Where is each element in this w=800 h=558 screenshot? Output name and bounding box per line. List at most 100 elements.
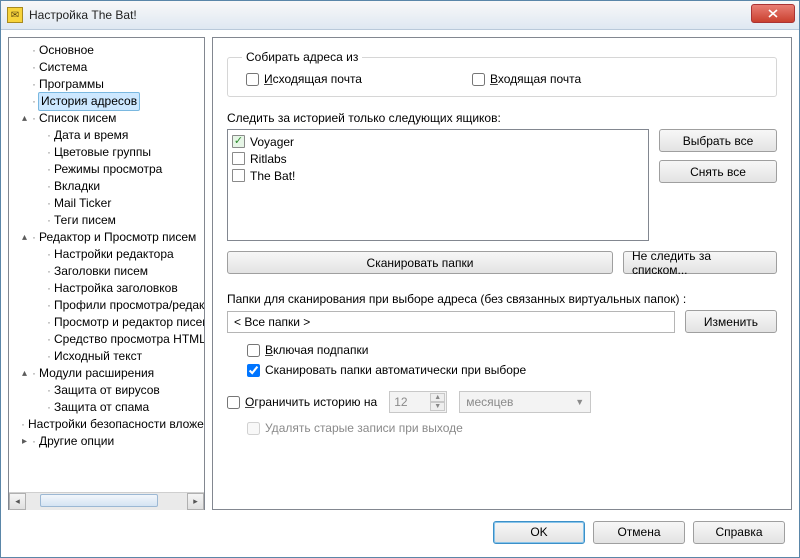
mailbox-checkbox[interactable]	[232, 135, 245, 148]
tree-item[interactable]: ·Mail Ticker	[13, 195, 202, 212]
scan-options: Включая подпапки Сканировать папки автом…	[247, 343, 777, 377]
tree-item-label: Список писем	[38, 110, 117, 127]
autoscan-label: Сканировать папки автоматически при выбо…	[265, 363, 526, 377]
autoscan-input[interactable]	[247, 364, 260, 377]
app-icon: ✉	[7, 7, 23, 23]
tree-item[interactable]: ·Вкладки	[13, 178, 202, 195]
autoscan-checkbox[interactable]: Сканировать папки автоматически при выбо…	[247, 363, 777, 377]
incoming-checkbox-input[interactable]	[472, 73, 485, 86]
tree-item-label: История адресов	[38, 92, 140, 111]
tree-item[interactable]: ·Настройка заголовков	[13, 280, 202, 297]
tree-item-label: Система	[38, 59, 88, 76]
spinner-up[interactable]: ▲	[430, 393, 445, 402]
folders-value[interactable]: < Все папки >	[227, 311, 675, 333]
tree-item[interactable]: ·Заголовки писем	[13, 263, 202, 280]
mailbox-list[interactable]: Voyager RitlabsThe Bat!	[227, 129, 649, 241]
mailbox-name: Voyager	[250, 135, 294, 149]
collect-legend: Собирать адреса из	[242, 50, 362, 64]
scroll-left-arrow[interactable]: ◂	[9, 493, 26, 510]
limit-history-input[interactable]	[227, 396, 240, 409]
tree-item[interactable]: ·Защита от спама	[13, 399, 202, 416]
folders-label: Папки для сканирования при выборе адреса…	[227, 292, 777, 306]
mailbox-side-buttons: Выбрать все Снять все	[659, 129, 777, 241]
tree-item[interactable]: ·Настройки безопасности вложений	[13, 416, 202, 433]
tree-item-label: Защита от вирусов	[53, 382, 161, 399]
scroll-right-arrow[interactable]: ▸	[187, 493, 204, 510]
scroll-thumb[interactable]	[40, 494, 158, 507]
tree-item-label: Профили просмотра/редактирования	[53, 297, 204, 314]
mailbox-checkbox[interactable]	[232, 169, 245, 182]
tree-hscrollbar[interactable]: ◂ ▸	[9, 492, 204, 509]
tree-item[interactable]: ·Система	[13, 59, 202, 76]
tree-item[interactable]: ·Защита от вирусов	[13, 382, 202, 399]
cancel-button[interactable]: Отмена	[593, 521, 685, 544]
delete-old-checkbox[interactable]: Удалять старые записи при выходе	[247, 421, 463, 435]
tree-item[interactable]: ·Режимы просмотра	[13, 161, 202, 178]
help-button[interactable]: Справка	[693, 521, 785, 544]
deselect-all-button[interactable]: Снять все	[659, 160, 777, 183]
tree-item[interactable]: ·Средство просмотра HTML	[13, 331, 202, 348]
tree-item-label: Настройки редактора	[53, 246, 175, 263]
ok-button[interactable]: OK	[493, 521, 585, 544]
mailbox-item[interactable]: The Bat!	[232, 167, 644, 184]
folders-row: < Все папки > Изменить	[227, 310, 777, 333]
nav-tree[interactable]: ·Основное·Система·Программы·История адре…	[9, 38, 204, 492]
tree-item-label: Вкладки	[53, 178, 101, 195]
limit-history-checkbox[interactable]: Ограничить историю на	[227, 395, 377, 409]
tree-item[interactable]: ·Программы	[13, 76, 202, 93]
tree-item-label: Исходный текст	[53, 348, 143, 365]
watch-label: Следить за историей только следующих ящи…	[227, 111, 777, 125]
tree-item[interactable]: ·Просмотр и редактор писем	[13, 314, 202, 331]
tree-item[interactable]: ·История адресов	[13, 93, 202, 110]
mailbox-item[interactable]: Voyager	[232, 133, 644, 150]
tree-toggle[interactable]: ▴	[19, 365, 30, 382]
mailboxes-row: Voyager RitlabsThe Bat! Выбрать все Снять…	[227, 129, 777, 241]
tree-item[interactable]: ·Дата и время	[13, 127, 202, 144]
tree-item-label: Программы	[38, 76, 105, 93]
mailbox-item[interactable]: Ritlabs	[232, 150, 644, 167]
tree-item-label: Просмотр и редактор писем	[53, 314, 204, 331]
tree-item[interactable]: ·Профили просмотра/редактирования	[13, 297, 202, 314]
body: ·Основное·Система·Программы·История адре…	[1, 30, 799, 517]
tree-item-label: Основное	[38, 42, 95, 59]
close-button[interactable]	[751, 4, 795, 23]
tree-toggle[interactable]: ▴	[19, 110, 30, 127]
outgoing-label: Исходящая почта	[264, 72, 362, 86]
nav-tree-panel: ·Основное·Система·Программы·История адре…	[8, 37, 205, 510]
select-all-button[interactable]: Выбрать все	[659, 129, 777, 152]
tree-item-label: Другие опции	[38, 433, 115, 450]
mailbox-name: Ritlabs	[250, 152, 287, 166]
limit-value: 12	[394, 395, 407, 409]
titlebar: ✉ Настройка The Bat!	[1, 1, 799, 30]
spinner-buttons: ▲ ▼	[430, 393, 445, 411]
dialog-footer: OK Отмена Справка	[1, 517, 799, 557]
include-subfolders-checkbox[interactable]: Включая подпапки	[247, 343, 777, 357]
tree-toggle[interactable]: ▴	[19, 229, 30, 246]
tree-item[interactable]: ·Цветовые группы	[13, 144, 202, 161]
tree-toggle[interactable]: ▸	[19, 433, 30, 450]
limit-unit-combo[interactable]: месяцев ▼	[459, 391, 591, 413]
scan-folders-button[interactable]: Сканировать папки	[227, 251, 613, 274]
incoming-checkbox[interactable]: Входящая почта	[472, 72, 581, 86]
scroll-track[interactable]	[26, 493, 187, 510]
tree-item-label: Настройки безопасности вложений	[27, 416, 204, 433]
tree-item[interactable]: ▴·Редактор и Просмотр писем	[13, 229, 202, 246]
limit-value-spinner[interactable]: 12 ▲ ▼	[389, 391, 447, 413]
tree-item[interactable]: ▴·Список писем	[13, 110, 202, 127]
tree-item[interactable]: ·Основное	[13, 42, 202, 59]
tree-item-label: Средство просмотра HTML	[53, 331, 204, 348]
tree-item[interactable]: ·Настройки редактора	[13, 246, 202, 263]
tree-item[interactable]: ▸·Другие опции	[13, 433, 202, 450]
spinner-down[interactable]: ▼	[430, 402, 445, 411]
mailbox-checkbox[interactable]	[232, 152, 245, 165]
change-button[interactable]: Изменить	[685, 310, 777, 333]
settings-window: ✉ Настройка The Bat! ·Основное·Система·П…	[0, 0, 800, 558]
tree-item[interactable]: ·Теги писем	[13, 212, 202, 229]
include-subfolders-input[interactable]	[247, 344, 260, 357]
tree-item-label: Цветовые группы	[53, 144, 152, 161]
tree-item[interactable]: ·Исходный текст	[13, 348, 202, 365]
outgoing-checkbox[interactable]: Исходящая почта	[246, 72, 362, 86]
tree-item[interactable]: ▴·Модули расширения	[13, 365, 202, 382]
no-follow-button[interactable]: Не следить за списком...	[623, 251, 777, 274]
outgoing-checkbox-input[interactable]	[246, 73, 259, 86]
